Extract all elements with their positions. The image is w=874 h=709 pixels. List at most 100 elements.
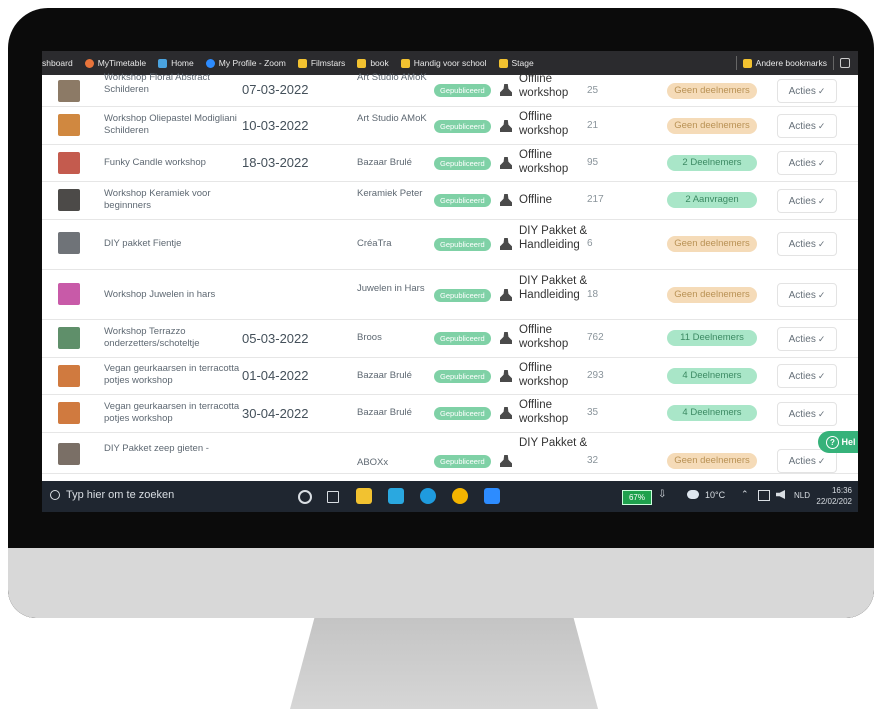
zoom-icon[interactable]	[484, 488, 500, 504]
battery-indicator[interactable]: 67%	[622, 490, 652, 505]
table-row[interactable]: Funky Candle workshop 18-03-2022 Bazaar …	[42, 145, 858, 182]
bookmark-handig-voor-school[interactable]: Handig voor school	[400, 58, 487, 68]
view-count: 762	[587, 332, 604, 343]
workshop-date: 05-03-2022	[242, 331, 309, 346]
person-icon	[500, 455, 512, 467]
chevron-down-icon: ✓	[817, 456, 826, 466]
weather-icon	[687, 490, 699, 499]
folder-icon	[742, 58, 752, 68]
chevron-up-icon[interactable]: ⌃	[741, 489, 749, 500]
workshop-type: Offline workshop	[519, 324, 569, 350]
table-row[interactable]: Workshop Terrazzo onderzetters/schoteltj…	[42, 320, 858, 358]
view-count: 32	[587, 455, 599, 466]
workshop-name[interactable]: Vegan geurkaarsen in terracotta potjes w…	[104, 363, 244, 387]
workshop-thumbnail	[58, 189, 80, 211]
workshop-type: Offline workshop	[519, 73, 569, 99]
help-label: Hel	[841, 437, 856, 447]
workshop-date: 07-03-2022	[242, 82, 309, 97]
bookmark-book[interactable]: book	[357, 58, 389, 68]
table-row[interactable]: Workshop Juwelen in hars Juwelen in Hars…	[42, 270, 858, 320]
workshop-thumbnail	[58, 327, 80, 349]
taskbar-search[interactable]: Typ hier om te zoeken	[50, 489, 174, 501]
person-icon	[500, 238, 512, 250]
workshop-date: 18-03-2022	[242, 155, 309, 170]
bookmark-zoom-profile[interactable]: My Profile - Zoom	[205, 58, 286, 68]
folder-icon	[498, 58, 508, 68]
table-row[interactable]: DIY Pakket zeep gieten - ABOXx Gepublice…	[42, 433, 858, 474]
actions-button[interactable]: Acties ✓	[777, 232, 837, 256]
actions-label: Acties	[788, 239, 816, 250]
actions-button[interactable]: Acties ✓	[777, 189, 837, 213]
workshop-name[interactable]: Vegan geurkaarsen in terracotta potjes w…	[104, 401, 244, 425]
status-badge: Gepubliceerd	[434, 194, 491, 207]
other-bookmarks[interactable]: Andere bookmarks	[730, 51, 858, 75]
folder-icon	[297, 58, 307, 68]
workshop-thumbnail	[58, 443, 80, 465]
clock[interactable]: 16:36 22/02/202	[816, 485, 852, 507]
file-explorer-icon[interactable]	[356, 488, 372, 504]
actions-button[interactable]: Acties ✓	[777, 79, 837, 103]
table-row[interactable]: Vegan geurkaarsen in terracotta potjes w…	[42, 395, 858, 433]
workshop-date: 30-04-2022	[242, 406, 309, 421]
chevron-down-icon: ✓	[817, 371, 826, 381]
workshop-name[interactable]: Workshop Oliepastel Modigliani Schildere…	[104, 113, 244, 137]
view-count: 293	[587, 370, 604, 381]
workshop-organizer: Broos	[357, 332, 382, 343]
actions-button[interactable]: Acties ✓	[777, 114, 837, 138]
volume-icon[interactable]	[776, 490, 785, 499]
participants-badge: Geen deelnemers	[667, 83, 757, 99]
monitor-stand	[290, 617, 598, 709]
bookmark-label: MyTimetable	[97, 58, 147, 68]
table-row[interactable]: DIY pakket Fientje CréaTra Gepubliceerd …	[42, 220, 858, 270]
workshop-organizer: CréaTra	[357, 238, 392, 249]
actions-label: Acties	[788, 290, 816, 301]
edge-icon[interactable]	[420, 488, 436, 504]
app-l-icon[interactable]	[388, 488, 404, 504]
chevron-down-icon: ✓	[817, 86, 826, 96]
person-icon	[500, 407, 512, 419]
bookmark-stage[interactable]: Stage	[498, 58, 534, 68]
workshop-date: 10-03-2022	[242, 118, 309, 133]
actions-button[interactable]: Acties ✓	[777, 364, 837, 388]
bookmark-home[interactable]: Home	[158, 58, 194, 68]
bookmark-label: Handig voor school	[413, 58, 487, 68]
actions-label: Acties	[788, 456, 816, 467]
workshop-name[interactable]: DIY Pakket zeep gieten -	[104, 443, 244, 455]
bookmark-mytimetable[interactable]: MyTimetable	[84, 58, 147, 68]
workshop-name[interactable]: Workshop Terrazzo onderzetters/schoteltj…	[104, 326, 244, 350]
workshop-name[interactable]: Workshop Juwelen in hars	[104, 289, 244, 301]
chevron-down-icon: ✓	[817, 334, 826, 344]
actions-button[interactable]: Acties ✓	[777, 283, 837, 307]
reading-list-icon[interactable]	[840, 58, 850, 68]
cortana-icon[interactable]	[298, 490, 312, 504]
table-row[interactable]: Vegan geurkaarsen in terracotta potjes w…	[42, 358, 858, 395]
workshop-thumbnail	[58, 232, 80, 254]
workshop-name[interactable]: DIY pakket Fientje	[104, 238, 244, 250]
workshop-thumbnail	[58, 283, 80, 305]
actions-button[interactable]: Acties ✓	[777, 151, 837, 175]
view-count: 6	[587, 238, 593, 249]
table-row[interactable]: Workshop Keramiek voor beginnners Kerami…	[42, 182, 858, 220]
task-view-icon[interactable]	[327, 491, 339, 503]
weather-temperature[interactable]: 10°C	[705, 490, 725, 500]
workshop-name[interactable]: Workshop Floral Abstract Schilderen	[104, 72, 244, 96]
network-icon[interactable]	[758, 490, 770, 501]
chrome-icon[interactable]	[452, 488, 468, 504]
participants-badge: Geen deelnemers	[667, 453, 757, 469]
workshop-name[interactable]: Workshop Keramiek voor beginnners	[104, 188, 244, 212]
bookmark-dashboard[interactable]: shboard	[42, 58, 73, 68]
table-row[interactable]: Workshop Floral Abstract Schilderen 07-0…	[42, 72, 858, 107]
workshop-date: 01-04-2022	[242, 368, 309, 383]
help-button[interactable]: ? Hel	[818, 431, 858, 453]
table-row[interactable]: Workshop Oliepastel Modigliani Schildere…	[42, 107, 858, 145]
language-indicator[interactable]: NLD	[794, 491, 810, 500]
bookmark-label: Home	[171, 58, 194, 68]
bookmark-label: Filmstars	[310, 58, 346, 68]
actions-button[interactable]: Acties ✓	[777, 402, 837, 426]
person-icon	[500, 370, 512, 382]
actions-button[interactable]: Acties ✓	[777, 327, 837, 351]
bookmark-filmstars[interactable]: Filmstars	[297, 58, 346, 68]
person-icon	[500, 84, 512, 96]
participants-badge: Geen deelnemers	[667, 236, 757, 252]
workshop-name[interactable]: Funky Candle workshop	[104, 157, 244, 169]
